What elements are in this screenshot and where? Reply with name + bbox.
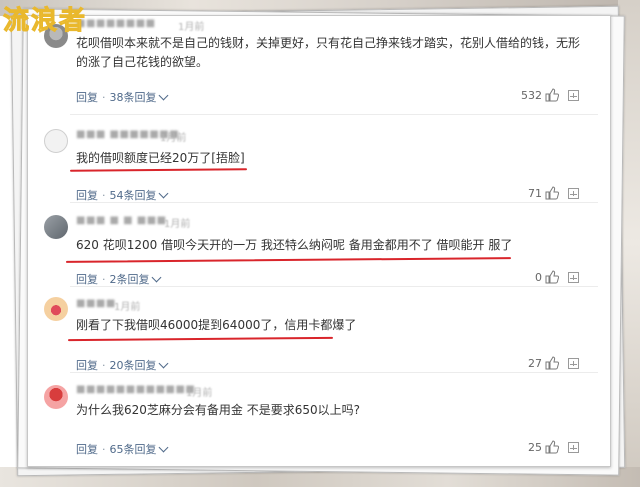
comment-time: 1月前 (178, 22, 205, 33)
comment-text: 我的借呗额度已经20万了[捂脸] (76, 151, 245, 165)
more-icon[interactable] (568, 188, 579, 199)
comment-actions: 回复 · 65条回复 (76, 441, 168, 457)
comment-text: 刚看了下我借呗46000提到64000了，信用卡都爆了 (76, 318, 357, 332)
reply-button[interactable]: 回复 (76, 273, 98, 286)
avatar[interactable] (44, 129, 68, 153)
replies-link[interactable]: 65条回复 (110, 443, 157, 456)
thumbs-up-icon[interactable] (545, 186, 559, 200)
watermark: 流浪者 (2, 6, 88, 37)
replies-link[interactable]: 54条回复 (110, 189, 157, 202)
comment-time: 1月前 (164, 219, 191, 230)
comment-actions: 回复 · 2条回复 (76, 271, 161, 287)
divider (70, 286, 598, 287)
more-icon[interactable] (568, 272, 579, 283)
chevron-down-icon[interactable] (158, 358, 168, 369)
divider (70, 114, 598, 115)
replies-link[interactable]: 2条回复 (110, 273, 150, 286)
divider (70, 202, 598, 203)
comment-text: 为什么我620芝麻分会有备用金 不是要求650以上吗? (76, 403, 360, 417)
like-count: 71 (528, 187, 542, 200)
reply-button[interactable]: 回复 (76, 359, 98, 372)
thumbs-up-icon[interactable] (545, 356, 559, 370)
comment-time: 1月前 (160, 133, 187, 144)
comment-actions: 回复 · 20条回复 (76, 357, 168, 373)
chevron-down-icon[interactable] (158, 188, 168, 199)
like-count: 25 (528, 441, 542, 454)
avatar[interactable] (44, 215, 68, 239)
comment-time: 1月前 (186, 388, 213, 399)
reply-button[interactable]: 回复 (76, 443, 98, 456)
like-count: 0 (535, 271, 542, 284)
replies-link[interactable]: 20条回复 (110, 359, 157, 372)
reply-button[interactable]: 回复 (76, 189, 98, 202)
user-name[interactable]: ■■■ ■ ■ ■■■ (76, 215, 167, 226)
user-name[interactable]: ■■■■■■■■ (76, 18, 156, 29)
chevron-down-icon[interactable] (151, 272, 161, 283)
user-name[interactable]: ■■■■ (76, 298, 116, 309)
comment-actions: 回复 · 54条回复 (76, 187, 168, 203)
comment-actions: 回复 · 38条回复 (76, 89, 168, 105)
reply-button[interactable]: 回复 (76, 91, 98, 104)
user-name[interactable]: ■■■■■■■■■■■■ (76, 384, 195, 395)
thumbs-up-icon[interactable] (545, 88, 559, 102)
like-count: 27 (528, 357, 542, 370)
comment-text: 620 花呗1200 借呗今天开的一万 我还特么纳闷呢 备用金都用不了 借呗能开… (76, 238, 513, 252)
avatar[interactable] (44, 297, 68, 321)
comment-time: 1月前 (114, 302, 141, 313)
comment-list: ■■■■■■■■ 1月前 花呗借呗本来就不是自己的钱财，关掉更好，只有花自己挣来… (27, 15, 611, 467)
more-icon[interactable] (568, 90, 579, 101)
thumbs-up-icon[interactable] (545, 270, 559, 284)
divider (70, 372, 598, 373)
highlight-underline (67, 336, 334, 342)
comment-text: 花呗借呗本来就不是自己的钱财，关掉更好，只有花自己挣来钱才踏实，花别人借给的钱，… (76, 36, 581, 69)
more-icon[interactable] (568, 358, 579, 369)
avatar[interactable] (44, 385, 68, 409)
thumbs-up-icon[interactable] (545, 440, 559, 454)
chevron-down-icon[interactable] (158, 442, 168, 453)
highlight-underline (69, 168, 248, 172)
replies-link[interactable]: 38条回复 (110, 91, 157, 104)
highlight-underline (65, 257, 512, 263)
more-icon[interactable] (568, 442, 579, 453)
chevron-down-icon[interactable] (158, 90, 168, 101)
like-count: 532 (521, 89, 542, 102)
